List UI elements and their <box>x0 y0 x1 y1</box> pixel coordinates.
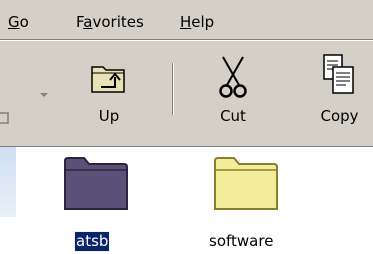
back-icon <box>0 112 9 124</box>
file-name: software <box>209 232 274 250</box>
folder-icon <box>64 157 128 210</box>
menu-help-label: elp <box>191 13 215 31</box>
file-list: atsb software <box>0 147 373 254</box>
folder-up-icon <box>91 66 125 93</box>
menu-help[interactable]: Help <box>180 13 214 31</box>
menu-go-label: o <box>19 13 29 31</box>
left-pane-edge <box>0 147 16 217</box>
copy-label: Copy <box>320 107 359 125</box>
menu-favorites[interactable]: Favorites <box>76 13 144 31</box>
up-label: Up <box>98 107 120 125</box>
copy-icon <box>323 54 354 94</box>
up-button[interactable]: Up <box>72 41 146 146</box>
file-item-atsb[interactable]: atsb <box>38 147 158 254</box>
menu-go-accelerator: G <box>8 13 20 31</box>
menu-bar: Go Favorites Help <box>0 0 373 40</box>
cut-button[interactable]: Cut <box>202 41 264 146</box>
cut-label: Cut <box>220 107 246 125</box>
toolbar: Up Cut Copy <box>0 40 373 147</box>
menu-help-accelerator: H <box>180 13 192 31</box>
file-name: atsb <box>73 231 111 252</box>
scissors-icon <box>219 56 247 98</box>
menu-go[interactable]: Go <box>8 13 29 31</box>
file-item-software[interactable]: software <box>184 147 304 254</box>
back-button-fragment[interactable] <box>0 99 14 125</box>
dropdown-arrow-icon[interactable] <box>40 93 48 97</box>
copy-button[interactable]: Copy <box>306 41 373 146</box>
toolbar-separator <box>172 63 174 115</box>
folder-icon <box>214 157 278 210</box>
menu-favorites-label: vorites <box>92 13 144 31</box>
